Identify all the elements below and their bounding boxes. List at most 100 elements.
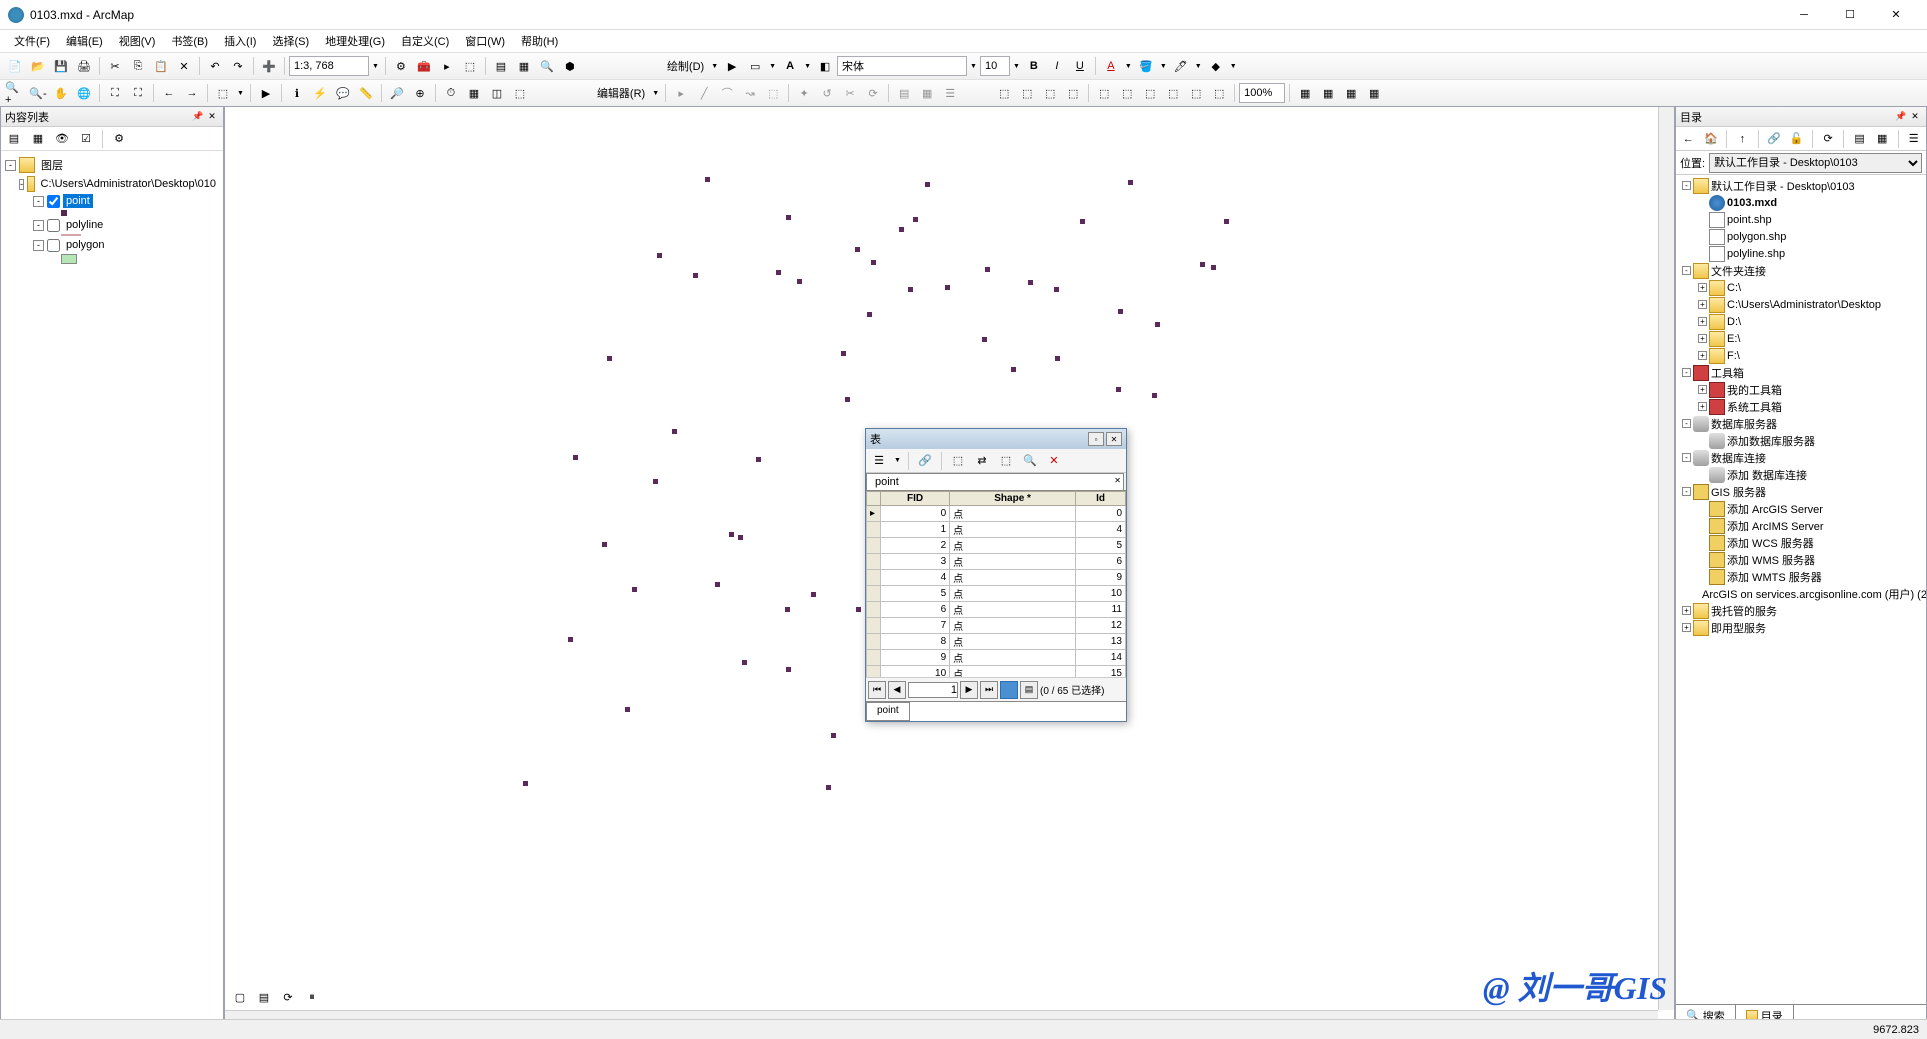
menu-item[interactable]: 书签(B): [163, 30, 216, 52]
attribute-table-window[interactable]: 表 ▫ ✕ ☰ ▼ 🔗 ⬚ ⇄ ⬚ 🔍 ✕ point✕ FIDShape *I…: [865, 428, 1127, 722]
delete-icon[interactable]: ✕: [173, 55, 195, 77]
goto-xy-icon[interactable]: ⊕: [409, 82, 431, 104]
show-sel-icon[interactable]: ▤: [1020, 681, 1038, 699]
zoomin-icon[interactable]: 🔍+: [4, 82, 26, 104]
georef-1-icon[interactable]: ⬚: [993, 82, 1015, 104]
table-row[interactable]: 9点14: [867, 650, 1126, 666]
toc-list-by-draw-icon[interactable]: ▤: [3, 128, 25, 150]
catalog-item[interactable]: 添加 ArcIMS Server: [1727, 518, 1824, 534]
new-doc-icon[interactable]: 📄: [4, 55, 26, 77]
catalog-item[interactable]: 0103.mxd: [1727, 197, 1777, 209]
layout-2-icon[interactable]: ▦: [1317, 82, 1339, 104]
print-icon[interactable]: 🖨: [73, 55, 95, 77]
next-extent-icon[interactable]: →: [181, 82, 203, 104]
menu-item[interactable]: 编辑(E): [58, 30, 111, 52]
location-select[interactable]: 默认工作目录 - Desktop\0103: [1709, 153, 1922, 173]
fixed-zoomin-icon[interactable]: ⛶: [104, 82, 126, 104]
catalog-item[interactable]: C:\: [1727, 282, 1741, 294]
pointer-icon[interactable]: ▶: [255, 82, 277, 104]
fill-color-icon[interactable]: 🪣: [1135, 55, 1157, 77]
line-color-icon[interactable]: 🖊: [1170, 55, 1192, 77]
toolbox-icon[interactable]: 🧰: [413, 55, 435, 77]
catalog-item[interactable]: 系统工具箱: [1727, 399, 1782, 415]
menu-item[interactable]: 文件(F): [6, 30, 58, 52]
table-row[interactable]: ▸0点0: [867, 506, 1126, 522]
catalog-item[interactable]: polygon.shp: [1727, 231, 1786, 243]
attr-restore-icon[interactable]: ▫: [1088, 432, 1104, 446]
edit-create-icon[interactable]: ☰: [939, 82, 961, 104]
font-input[interactable]: [837, 56, 967, 76]
expand-icon[interactable]: -: [33, 240, 44, 251]
cat-disconnect-icon[interactable]: 🔓: [1786, 128, 1807, 150]
pan-icon[interactable]: ✋: [50, 82, 72, 104]
save-icon[interactable]: 💾: [50, 55, 72, 77]
catalog-item[interactable]: 添加数据库服务器: [1727, 433, 1815, 449]
edit-arc-icon[interactable]: ⌒: [716, 82, 738, 104]
scale-input[interactable]: [289, 56, 369, 76]
expand-icon[interactable]: +: [1698, 334, 1707, 343]
cat-connect-icon[interactable]: 🔗: [1764, 128, 1785, 150]
redo-icon[interactable]: ↷: [227, 55, 249, 77]
expand-icon[interactable]: +: [1698, 317, 1707, 326]
layer-label[interactable]: polygon: [63, 238, 108, 252]
georef-7-icon[interactable]: ⬚: [1139, 82, 1161, 104]
attribute-grid[interactable]: FIDShape *Id▸0点01点42点53点64点95点106点117点12…: [866, 491, 1126, 677]
catalog-item[interactable]: 数据库服务器: [1711, 416, 1777, 432]
zoom-pct-input[interactable]: [1239, 83, 1285, 103]
callout-icon[interactable]: ◧: [814, 55, 836, 77]
layer-checkbox[interactable]: [47, 239, 60, 252]
catalog-close-icon[interactable]: ✕: [1908, 110, 1922, 124]
column-header[interactable]: Shape *: [950, 492, 1076, 506]
table-row[interactable]: 6点11: [867, 602, 1126, 618]
table-row[interactable]: 1点4: [867, 522, 1126, 538]
toc-list-by-source-icon[interactable]: ▦: [27, 128, 49, 150]
tab-close-icon[interactable]: ✕: [1114, 476, 1121, 485]
catalog-item[interactable]: 数据库连接: [1711, 450, 1766, 466]
select-elem-icon[interactable]: ▶: [721, 55, 743, 77]
undo-icon[interactable]: ↶: [204, 55, 226, 77]
popup-icon[interactable]: 💬: [332, 82, 354, 104]
map-scrollbar-vertical[interactable]: [1658, 107, 1674, 1010]
expand-icon[interactable]: -: [1682, 419, 1691, 428]
arcpy-icon[interactable]: ⬢: [559, 55, 581, 77]
cat-options-icon[interactable]: ☰: [1903, 128, 1924, 150]
edit-trace-icon[interactable]: ↝: [739, 82, 761, 104]
georef-9-icon[interactable]: ⬚: [1185, 82, 1207, 104]
catalog-item[interactable]: C:\Users\Administrator\Desktop: [1727, 299, 1881, 311]
georef-10-icon[interactable]: ⬚: [1208, 82, 1230, 104]
expand-icon[interactable]: -: [1682, 266, 1691, 275]
minimize-button[interactable]: ─: [1781, 0, 1827, 30]
georef-8-icon[interactable]: ⬚: [1162, 82, 1184, 104]
expand-icon[interactable]: +: [1698, 385, 1707, 394]
expand-icon[interactable]: +: [1682, 606, 1691, 615]
menu-item[interactable]: 窗口(W): [457, 30, 513, 52]
hyperlink-icon[interactable]: ⚡: [309, 82, 331, 104]
cat-toggle2-icon[interactable]: ▦: [1872, 128, 1893, 150]
italic-icon[interactable]: I: [1046, 55, 1068, 77]
attr-select-by-icon[interactable]: ⬚: [947, 450, 969, 472]
layer-label[interactable]: polyline: [63, 218, 106, 232]
attr-titlebar[interactable]: 表 ▫ ✕: [866, 429, 1126, 449]
show-all-icon[interactable]: [1000, 681, 1018, 699]
expand-icon[interactable]: +: [1698, 300, 1707, 309]
expand-icon[interactable]: -: [1682, 487, 1691, 496]
expand-icon[interactable]: -: [5, 160, 16, 171]
toc-options-icon[interactable]: ⚙: [108, 128, 130, 150]
attr-tab[interactable]: point✕: [866, 473, 1124, 490]
catalog-item[interactable]: 添加 WMS 服务器: [1727, 552, 1815, 568]
edit-attrs-icon[interactable]: ▤: [893, 82, 915, 104]
close-button[interactable]: ✕: [1873, 0, 1919, 30]
column-header[interactable]: Id: [1076, 492, 1126, 506]
menu-item[interactable]: 插入(I): [216, 30, 264, 52]
menu-item[interactable]: 视图(V): [111, 30, 164, 52]
prev-extent-icon[interactable]: ←: [158, 82, 180, 104]
georef-6-icon[interactable]: ⬚: [1116, 82, 1138, 104]
table-row[interactable]: 8点13: [867, 634, 1126, 650]
scale-dropdown-icon[interactable]: ▼: [370, 63, 381, 70]
data-view-icon[interactable]: ▢: [229, 986, 251, 1008]
attr-close-icon[interactable]: ✕: [1106, 432, 1122, 446]
catalog-item[interactable]: GIS 服务器: [1711, 484, 1766, 500]
attr-bottom-tab[interactable]: point: [866, 702, 910, 721]
layout-3-icon[interactable]: ▦: [1340, 82, 1362, 104]
catalog-item[interactable]: 添加 数据库连接: [1727, 467, 1807, 483]
